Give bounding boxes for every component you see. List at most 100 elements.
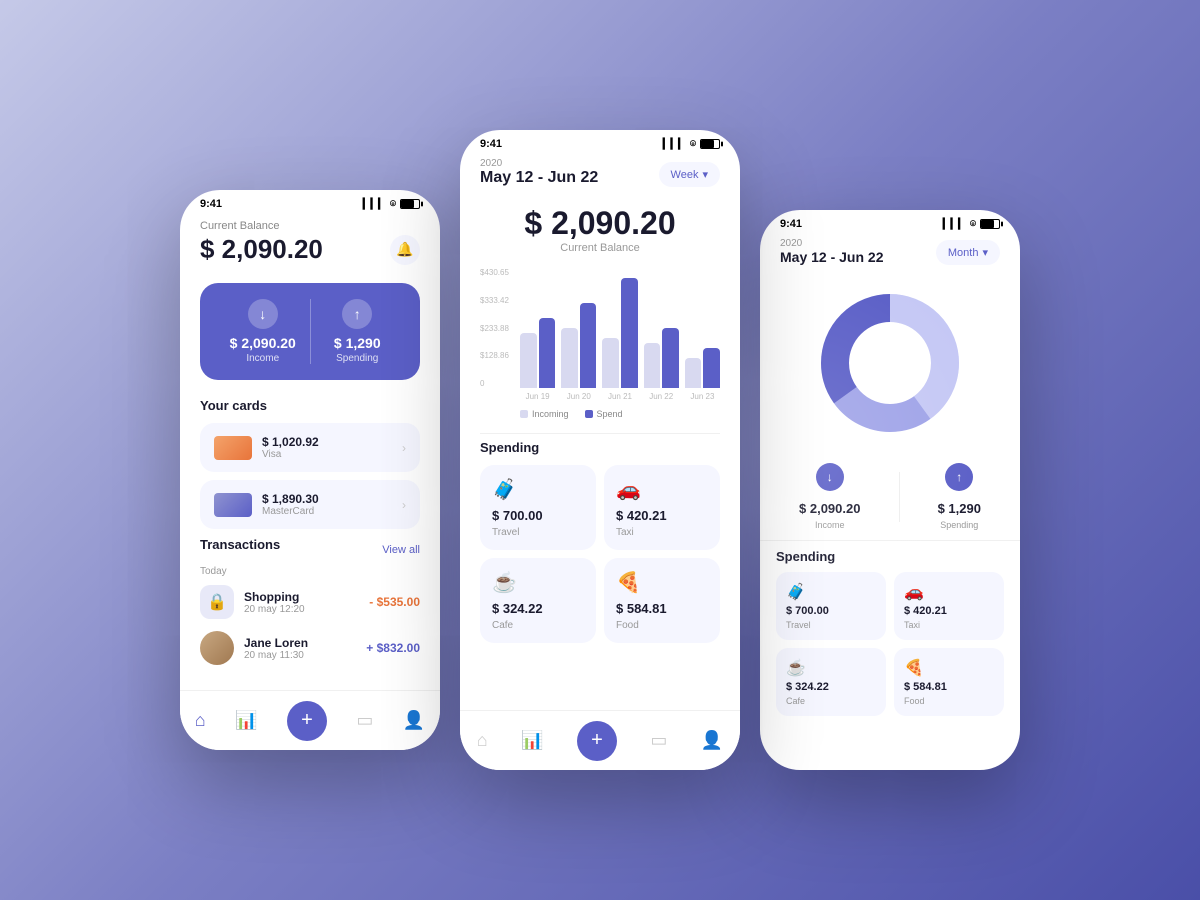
- vertical-divider: [899, 472, 900, 522]
- legend-spend-label: Spend: [597, 409, 623, 419]
- shopping-name: Shopping: [244, 590, 369, 604]
- time-center: 9:41: [480, 138, 502, 150]
- food-label: Food: [616, 620, 708, 631]
- nav-home[interactable]: ⌂: [195, 710, 206, 731]
- date-header-center: 2020 May 12 - Jun 22 Week ▾: [460, 154, 740, 195]
- x-labels: Jun 19 Jun 20 Jun 21 Jun 22 Jun 23: [520, 388, 720, 401]
- y-labels: $430.65 $333.42 $233.88 $128.86 0: [480, 268, 509, 388]
- bar-group-2: [561, 303, 596, 388]
- nav-chart-c[interactable]: 📊: [521, 730, 543, 751]
- center-balance-amount: $ 2,090.20: [480, 205, 720, 242]
- bar-group-1: [520, 318, 555, 388]
- chevron-visa: ›: [402, 441, 406, 455]
- view-all-button[interactable]: View all: [382, 544, 420, 556]
- is-income-amount: $ 2,090.20: [799, 501, 860, 516]
- phone-left: 9:41 ▎▎▎ ⌾ Current Balance $ 2,090.20 🔔 …: [180, 190, 440, 750]
- mc-amount: $ 1,890.30: [262, 492, 402, 506]
- legend-incoming-label: Incoming: [532, 409, 569, 419]
- spending-cafe[interactable]: ☕ $ 324.22 Cafe: [480, 558, 596, 643]
- bar-spend-3: [621, 278, 638, 388]
- spending-grid-right: 🧳 $ 700.00 Travel 🚗 $ 420.21 Taxi ☕ $ 32…: [776, 572, 1004, 716]
- spending-taxi[interactable]: 🚗 $ 420.21 Taxi: [604, 465, 720, 550]
- taxi-label-r: Taxi: [904, 620, 994, 630]
- bar-chart: $430.65 $333.42 $233.88 $128.86 0: [460, 258, 740, 427]
- phones-container: 9:41 ▎▎▎ ⌾ Current Balance $ 2,090.20 🔔 …: [180, 130, 1020, 770]
- year-center: 2020: [480, 158, 598, 169]
- year-right: 2020: [780, 238, 884, 249]
- shopping-amount: - $535.00: [369, 595, 420, 609]
- transaction-shopping: 🔒 Shopping 20 may 12:20 - $535.00: [200, 585, 420, 619]
- status-icons-left: ▎▎▎ ⌾: [363, 199, 420, 210]
- battery-icon-r: [980, 219, 1000, 229]
- status-bar-right: 9:41 ▎▎▎ ⌾: [760, 210, 1020, 234]
- jane-date: 20 may 11:30: [244, 650, 366, 661]
- travel-label-r: Travel: [786, 620, 876, 630]
- jane-info: Jane Loren 20 may 11:30: [244, 636, 366, 661]
- nav-user[interactable]: 👤: [403, 710, 425, 731]
- nav-user-c[interactable]: 👤: [701, 730, 723, 751]
- donut-container: [760, 273, 1020, 453]
- status-icons-center: ▎▎▎ ⌾: [663, 139, 720, 150]
- center-balance: $ 2,090.20 Current Balance: [460, 195, 740, 258]
- nav-home-c[interactable]: ⌂: [477, 730, 488, 751]
- period-selector-center[interactable]: Week ▾: [659, 162, 720, 187]
- date-info-right: 2020 May 12 - Jun 22: [780, 238, 884, 265]
- time-right: 9:41: [780, 218, 802, 230]
- nav-plus-c[interactable]: +: [577, 721, 617, 761]
- signal-icon: ▎▎▎: [363, 199, 386, 210]
- spending-travel-r[interactable]: 🧳 $ 700.00 Travel: [776, 572, 886, 640]
- transaction-jane: Jane Loren 20 may 11:30 + $832.00: [200, 631, 420, 665]
- card-visual-orange: [214, 436, 252, 460]
- x-label-3: Jun 21: [602, 392, 637, 401]
- center-balance-label: Current Balance: [480, 242, 720, 254]
- spending-section-right: Spending 🧳 $ 700.00 Travel 🚗 $ 420.21 Ta…: [760, 541, 1020, 724]
- card-mastercard[interactable]: $ 1,890.30 MasterCard ›: [200, 480, 420, 529]
- spend-amount: $ 1,290: [334, 335, 381, 351]
- bar-incoming-2: [561, 328, 578, 388]
- date-header-right: 2020 May 12 - Jun 22 Month ▾: [760, 234, 1020, 273]
- card-info-mc: $ 1,890.30 MasterCard: [262, 492, 402, 517]
- travel-icon: 🧳: [492, 477, 584, 502]
- wifi-icon-c: ⌾: [690, 139, 696, 150]
- bar-spend-4: [662, 328, 679, 388]
- is-income: ↓ $ 2,090.20 Income: [799, 463, 860, 530]
- travel-amount: $ 700.00: [492, 508, 584, 523]
- visa-amount: $ 1,020.92: [262, 435, 402, 449]
- spending-food-r[interactable]: 🍕 $ 584.81 Food: [894, 648, 1004, 716]
- taxi-amount: $ 420.21: [616, 508, 708, 523]
- income-label: Income: [246, 353, 279, 364]
- taxi-amount-r: $ 420.21: [904, 605, 994, 617]
- income-spend-card: ↓ $ 2,090.20 Income ↑ $ 1,290 Spending: [200, 283, 420, 380]
- nav-plus[interactable]: +: [287, 701, 327, 741]
- spending-cafe-r[interactable]: ☕ $ 324.22 Cafe: [776, 648, 886, 716]
- bar-group-5: [685, 348, 720, 388]
- transactions-header: Transactions View all: [200, 537, 420, 562]
- nav-card-c[interactable]: ▭: [650, 730, 667, 751]
- nav-chart[interactable]: 📊: [235, 710, 257, 731]
- date-range-right: May 12 - Jun 22: [780, 249, 884, 265]
- period-selector-right[interactable]: Month ▾: [936, 240, 1000, 265]
- food-icon-r: 🍕: [904, 658, 994, 678]
- is-spending: ↑ $ 1,290 Spending: [938, 463, 981, 530]
- cafe-label-r: Cafe: [786, 696, 876, 706]
- shopping-info: Shopping 20 may 12:20: [244, 590, 369, 615]
- spending-travel[interactable]: 🧳 $ 700.00 Travel: [480, 465, 596, 550]
- spending-title-center: Spending: [480, 440, 720, 455]
- cafe-icon-r: ☕: [786, 658, 876, 678]
- legend-spend: Spend: [585, 409, 623, 419]
- cafe-amount-r: $ 324.22: [786, 681, 876, 693]
- bar-incoming-4: [644, 343, 661, 388]
- bar-group-3: [602, 278, 637, 388]
- y-label-2: $333.42: [480, 296, 509, 305]
- cafe-label: Cafe: [492, 620, 584, 631]
- notification-icon[interactable]: 🔔: [390, 235, 420, 265]
- bar-spend-1: [539, 318, 556, 388]
- y-label-3: $233.88: [480, 324, 509, 333]
- cafe-amount: $ 324.22: [492, 601, 584, 616]
- spending-taxi-r[interactable]: 🚗 $ 420.21 Taxi: [894, 572, 1004, 640]
- card-visa[interactable]: $ 1,020.92 Visa ›: [200, 423, 420, 472]
- bar-group-4: [644, 328, 679, 388]
- jane-name: Jane Loren: [244, 636, 366, 650]
- spending-food[interactable]: 🍕 $ 584.81 Food: [604, 558, 720, 643]
- nav-card[interactable]: ▭: [356, 710, 373, 731]
